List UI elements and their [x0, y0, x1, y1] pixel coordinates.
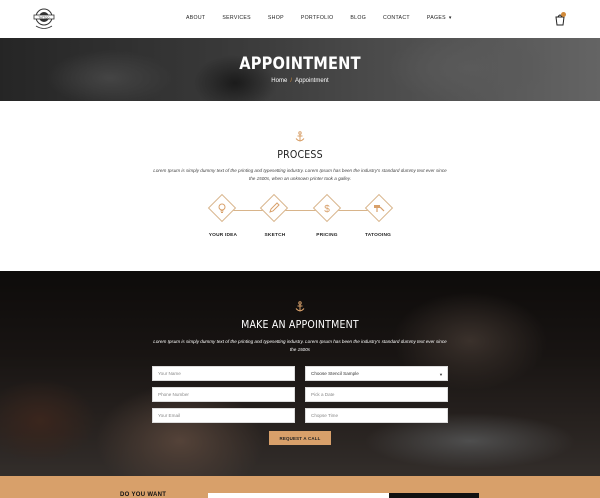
date-input[interactable]: Pick a Date	[305, 387, 448, 402]
chevron-down-icon: ▾	[448, 15, 452, 21]
cta-strip: DO YOU WANT	[0, 476, 600, 498]
appointment-title: MAKE AN APPOINTMENT	[241, 318, 359, 331]
breadcrumb-home[interactable]: Home	[271, 78, 287, 84]
cta-button[interactable]	[389, 493, 479, 498]
breadcrumb-separator: /	[290, 78, 292, 84]
time-input[interactable]: Chopse Time	[305, 408, 448, 423]
nav-services[interactable]: SERVICES	[222, 15, 251, 21]
nav-blog[interactable]: BLOG	[350, 15, 366, 21]
step-label-tatooing: TATOOING	[364, 233, 392, 238]
chevron-down-icon: ▼	[439, 372, 443, 377]
anchor-icon	[295, 301, 305, 312]
tattoo-logo[interactable]: TATTOO	[30, 6, 58, 32]
step-label-pricing: PRICING	[316, 233, 338, 238]
breadcrumb: Home / Appointment	[0, 78, 600, 84]
cta-input[interactable]	[208, 493, 389, 498]
request-call-button[interactable]: REQUEST A CALL	[269, 431, 331, 445]
process-connector	[216, 210, 386, 211]
stencil-select[interactable]: Choose Stencil Sample ▼	[305, 366, 448, 381]
process-steps: $	[207, 193, 394, 226]
pencil-icon	[269, 202, 280, 213]
anchor-icon	[295, 131, 305, 142]
dollar-icon: $	[324, 204, 330, 215]
site-header: TATTOO ABOUT SERVICES SHOP PORTFOLIO BLO…	[0, 0, 600, 38]
process-title: PROCESS	[277, 148, 323, 161]
stencil-select-value: Choose Stencil Sample	[311, 371, 359, 376]
main-nav: ABOUT SERVICES SHOP PORTFOLIO BLOG CONTA…	[186, 15, 469, 21]
svg-text:$: $	[324, 204, 330, 215]
process-text: Lorem Ipsum is simply dummy text of the …	[153, 168, 447, 181]
nav-about[interactable]: ABOUT	[186, 15, 205, 21]
nav-pages[interactable]: PAGES ▾	[427, 15, 452, 21]
page-banner: APPOINTMENT Home / Appointment	[0, 38, 600, 101]
appointment-text: Lorem Ipsum is simply dummy text of the …	[153, 339, 447, 352]
page: TATTOO ABOUT SERVICES SHOP PORTFOLIO BLO…	[0, 0, 600, 498]
lightbulb-icon	[218, 203, 226, 213]
cart-count-badge	[561, 12, 566, 17]
step-label-sketch: SKETCH	[264, 233, 286, 238]
svg-text:TATTOO: TATTOO	[39, 15, 51, 19]
nav-shop[interactable]: SHOP	[268, 15, 284, 21]
page-title: APPOINTMENT	[239, 54, 361, 74]
tattoo-machine-icon	[374, 205, 385, 212]
step-label-idea: YOUR IDEA	[208, 233, 238, 238]
name-input[interactable]: Your Name	[152, 366, 295, 381]
email-input[interactable]: Your Email	[152, 408, 295, 423]
nav-portfolio[interactable]: PORTFOLIO	[301, 15, 334, 21]
phone-input[interactable]: Phone Number	[152, 387, 295, 402]
appointment-section: MAKE AN APPOINTMENT Lorem Ipsum is simpl…	[0, 271, 600, 476]
breadcrumb-current: Appointment	[294, 78, 329, 84]
nav-pages-label: PAGES	[426, 15, 446, 21]
cta-text: DO YOU WANT	[120, 492, 167, 498]
nav-contact[interactable]: CONTACT	[383, 15, 410, 21]
